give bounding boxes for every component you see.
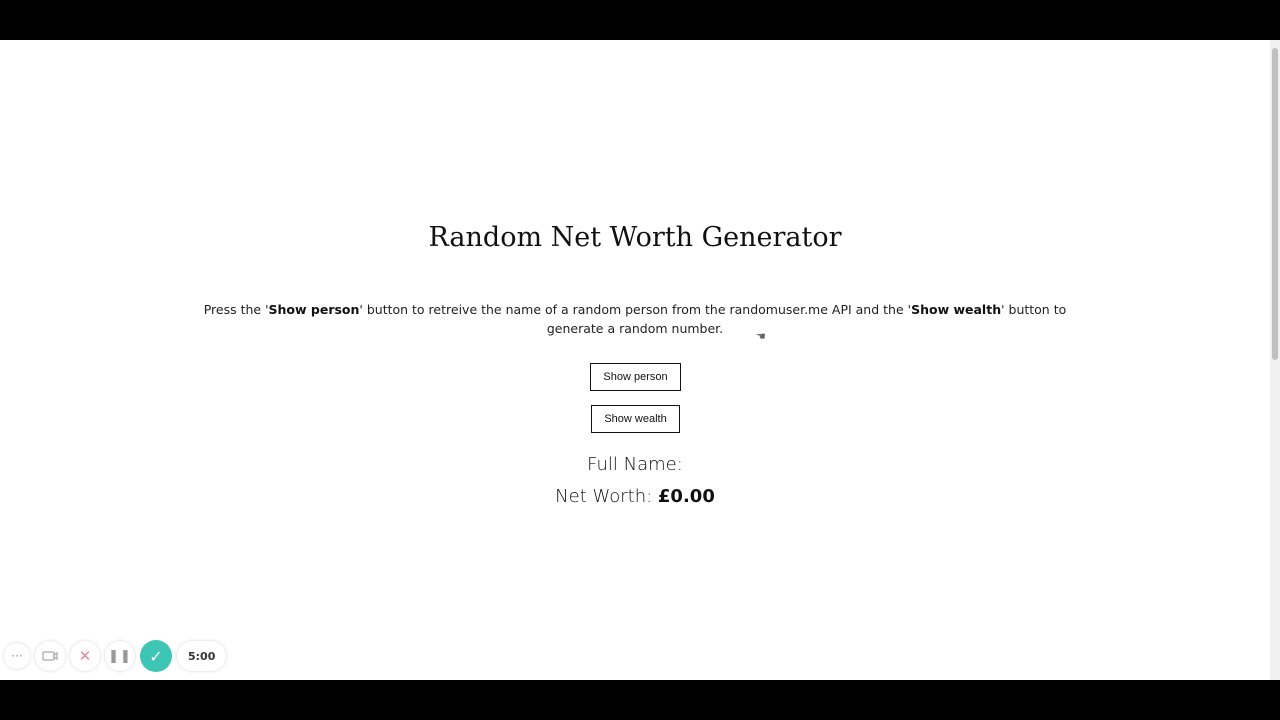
net-worth-result: Net Worth: £0.00 bbox=[0, 486, 1270, 507]
show-wealth-button[interactable]: Show wealth bbox=[591, 405, 680, 433]
recording-toolbar: ··· ✕ ❚❚ ✓ 5:00 bbox=[4, 640, 227, 672]
description-part2: ' button to retreive the name of a rando… bbox=[359, 302, 912, 317]
pause-icon[interactable]: ❚❚ bbox=[105, 641, 135, 671]
scrollbar-track[interactable] bbox=[1270, 40, 1280, 680]
description-show-person-ref: Show person bbox=[268, 302, 360, 317]
page-title: Random Net Worth Generator bbox=[428, 222, 842, 253]
full-name-result: Full Name: bbox=[0, 454, 1270, 475]
browser-viewport: Random Net Worth Generator Press the 'Sh… bbox=[0, 40, 1280, 680]
check-icon[interactable]: ✓ bbox=[140, 640, 172, 672]
net-worth-label: Net Worth: bbox=[555, 486, 653, 507]
net-worth-value: £0.00 bbox=[657, 486, 715, 507]
description: Press the 'Show person' button to retrei… bbox=[190, 300, 1080, 338]
scrollbar-thumb[interactable] bbox=[1272, 48, 1278, 360]
close-icon[interactable]: ✕ bbox=[70, 641, 100, 671]
description-show-wealth-ref: Show wealth bbox=[911, 302, 1002, 317]
description-part1: Press the ' bbox=[203, 302, 269, 317]
bottom-letterbox bbox=[0, 680, 1280, 720]
full-name-label: Full Name: bbox=[587, 454, 683, 475]
recording-timer: 5:00 bbox=[177, 641, 227, 671]
show-person-button[interactable]: Show person bbox=[590, 363, 681, 391]
more-horizontal-icon[interactable]: ··· bbox=[4, 643, 30, 669]
camera-toggle-icon[interactable] bbox=[35, 641, 65, 671]
hand-cursor-icon: ☚ bbox=[756, 330, 766, 343]
top-letterbox bbox=[0, 0, 1280, 40]
camera-toggle-glyph bbox=[42, 651, 58, 661]
